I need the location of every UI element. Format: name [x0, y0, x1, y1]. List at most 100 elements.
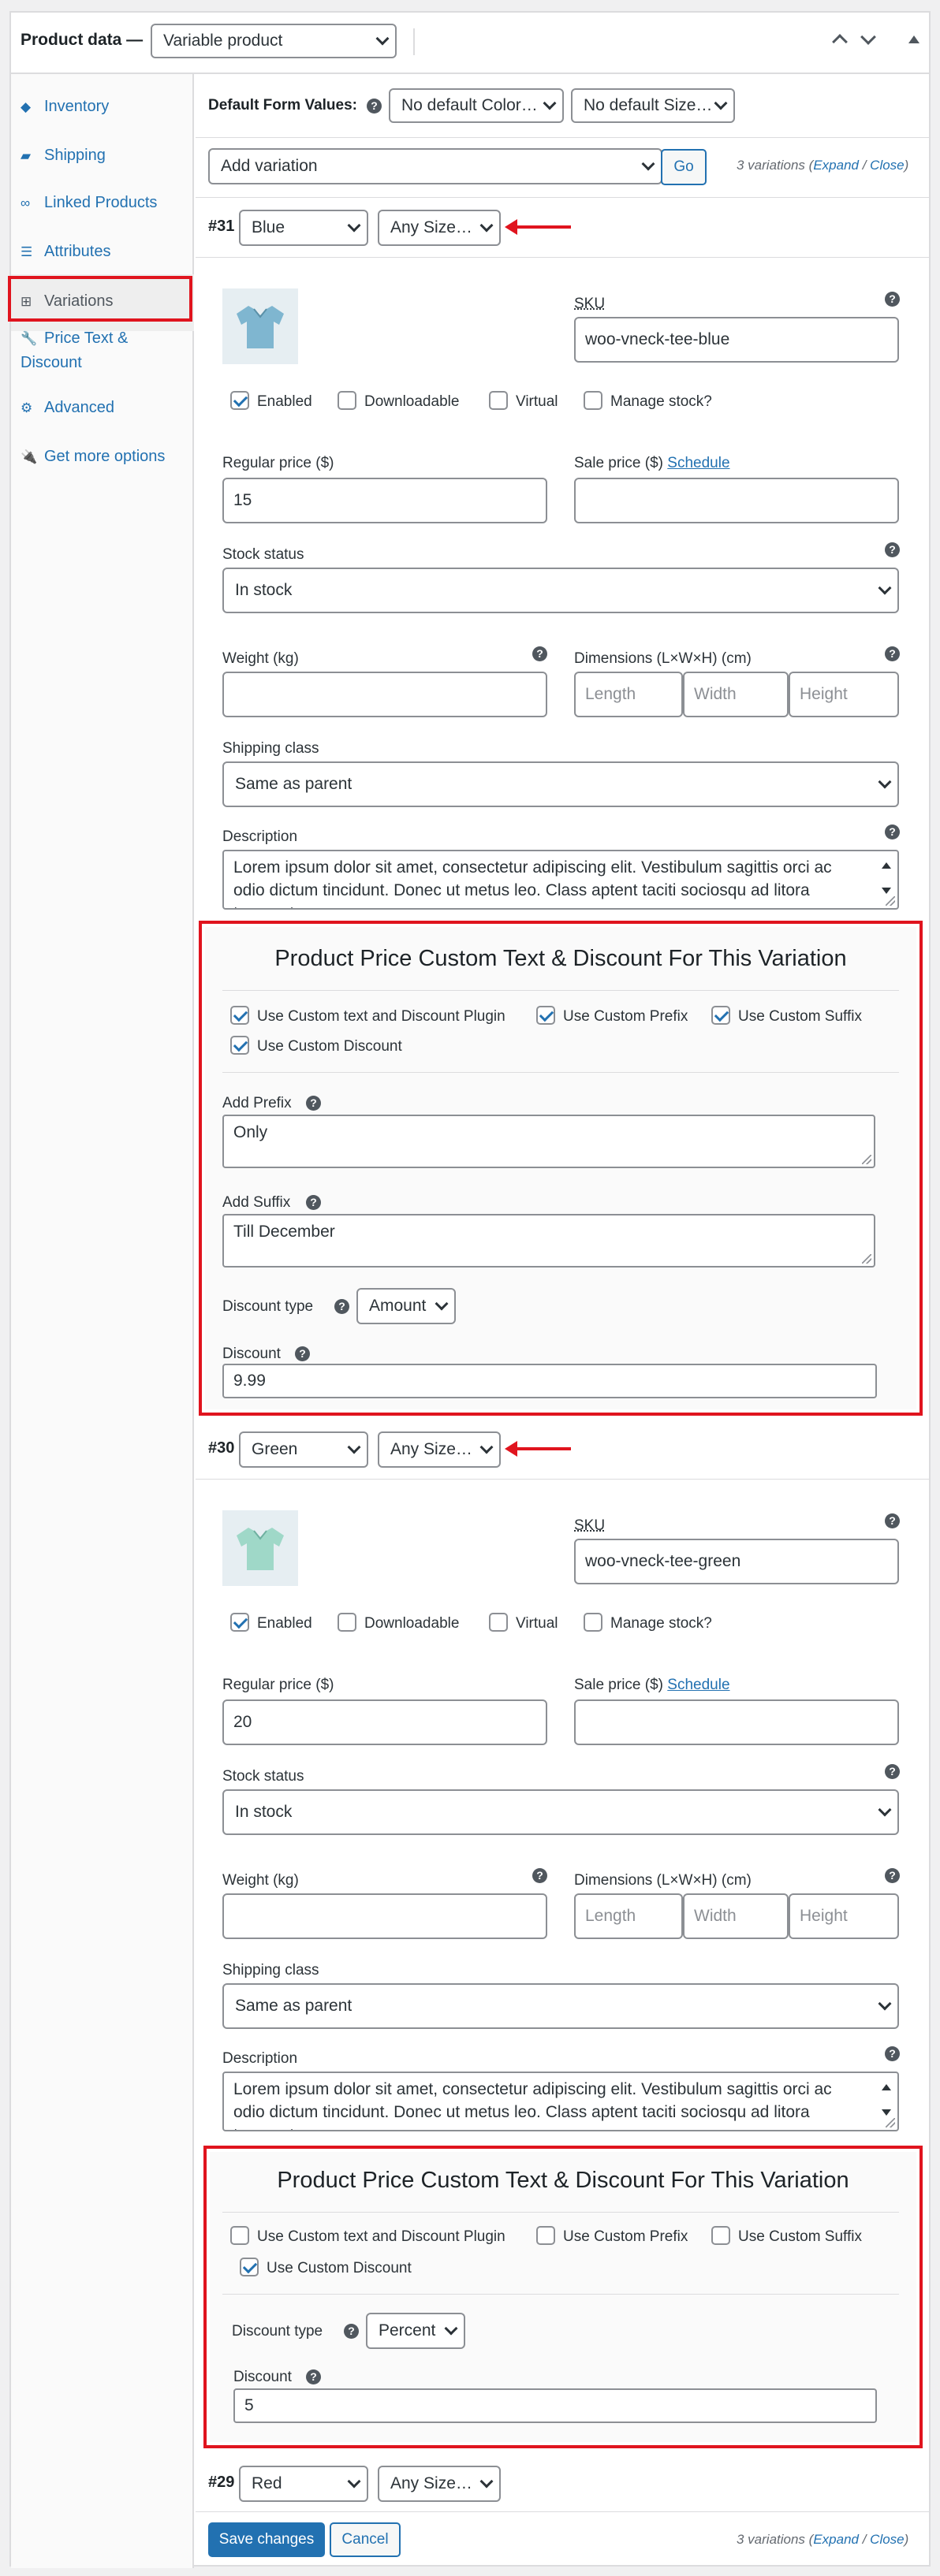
shipping-class-select[interactable]: Same as parent	[222, 761, 899, 807]
resize-handle-icon[interactable]	[862, 1254, 871, 1264]
close-link[interactable]: Close	[870, 158, 904, 173]
resize-handle-icon[interactable]	[886, 2118, 895, 2127]
stock-status-select[interactable]: In stock	[222, 568, 899, 613]
add-variation-select[interactable]: Add variation	[208, 148, 662, 184]
width-field[interactable]: Width	[683, 1893, 789, 1939]
weight-field[interactable]	[222, 672, 547, 717]
chevron-down-icon	[714, 96, 728, 110]
length-field[interactable]: Length	[574, 1893, 683, 1939]
regular-price-field[interactable]: 20	[222, 1699, 547, 1745]
help-icon: ?	[334, 1299, 349, 1314]
sidebar-item-inventory[interactable]: ◆ Inventory	[11, 95, 194, 119]
variation-size-select[interactable]: Any Size…	[378, 210, 501, 246]
enabled-checkbox[interactable]	[230, 391, 249, 410]
use-prefix-checkbox[interactable]	[536, 1006, 555, 1025]
variation-id: #29	[208, 2474, 235, 2491]
description-field[interactable]: Lorem ipsum dolor sit amet, consectetur …	[222, 850, 899, 910]
discount-type-label: Discount type	[232, 2323, 323, 2340]
sidebar-item-label: Inventory	[44, 98, 110, 115]
variation-image[interactable]	[222, 288, 298, 364]
use-prefix-checkbox[interactable]	[536, 2226, 555, 2245]
sale-price-field[interactable]	[574, 1699, 899, 1745]
length-field[interactable]: Length	[574, 672, 683, 717]
sale-price-label: Sale price ($) Schedule	[574, 1676, 730, 1695]
manage-stock-checkbox[interactable]	[584, 391, 602, 410]
sidebar-item-get-more-options[interactable]: 🔌 Get more options	[11, 445, 194, 469]
sidebar-item-shipping[interactable]: ▰ Shipping	[11, 143, 194, 168]
add-suffix-field[interactable]: Till December	[222, 1214, 875, 1268]
discount-type-select[interactable]: Percent	[366, 2313, 465, 2349]
default-size-select[interactable]: No default Size…	[571, 88, 735, 123]
stock-status-select[interactable]: In stock	[222, 1789, 899, 1835]
variation-color-select[interactable]: Blue	[239, 210, 368, 246]
tshirt-icon	[237, 1528, 284, 1570]
enabled-checkbox[interactable]	[230, 1613, 249, 1632]
virtual-checkbox[interactable]	[489, 391, 508, 410]
section-divider	[222, 2294, 899, 2295]
save-changes-button[interactable]: Save changes	[208, 2522, 325, 2557]
discount-type-select[interactable]: Amount	[356, 1288, 456, 1324]
move-up-icon[interactable]	[832, 34, 848, 50]
chevron-down-icon	[878, 1997, 892, 2011]
variation-size-select[interactable]: Any Size…	[378, 1431, 501, 1468]
variation-image[interactable]	[222, 1510, 298, 1586]
go-button[interactable]: Go	[661, 149, 707, 185]
header-divider	[413, 28, 415, 55]
sale-price-field[interactable]	[574, 478, 899, 523]
description-field[interactable]: Lorem ipsum dolor sit amet, consectetur …	[222, 2072, 899, 2131]
width-field[interactable]: Width	[683, 672, 789, 717]
resize-handle-icon[interactable]	[862, 1155, 871, 1164]
add-prefix-field[interactable]: Only	[222, 1115, 875, 1168]
sidebar-item-advanced[interactable]: ⚙ Advanced	[11, 396, 194, 420]
variation-size-select[interactable]: Any Size…	[378, 2466, 501, 2502]
manage-stock-checkbox[interactable]	[584, 1613, 602, 1632]
schedule-link[interactable]: Schedule	[667, 1677, 729, 1693]
sku-field[interactable]: woo-vneck-tee-blue	[574, 317, 899, 363]
discount-field[interactable]: 9.99	[222, 1364, 877, 1398]
regular-price-field[interactable]: 15	[222, 478, 547, 523]
scroll-arrows-icon[interactable]	[880, 2079, 893, 2124]
scroll-arrows-icon[interactable]	[880, 858, 893, 902]
panel-header: Product data — Variable product	[11, 13, 929, 74]
shipping-class-select[interactable]: Same as parent	[222, 1983, 899, 2029]
virtual-checkbox[interactable]	[489, 1613, 508, 1632]
default-color-select[interactable]: No default Color…	[389, 88, 564, 123]
resize-handle-icon[interactable]	[886, 896, 895, 906]
height-field[interactable]: Height	[789, 1893, 899, 1939]
regular-price-label: Regular price ($)	[222, 1677, 334, 1693]
product-data-panel: Product data — Variable product ◆ Invento…	[8, 11, 931, 2568]
add-prefix-label: Add Prefix	[222, 1095, 292, 1111]
close-link[interactable]: Close	[870, 2532, 904, 2547]
weight-field[interactable]	[222, 1893, 547, 1939]
schedule-link[interactable]: Schedule	[667, 455, 729, 471]
expand-link[interactable]: Expand	[813, 158, 859, 173]
use-plugin-checkbox[interactable]	[230, 1006, 249, 1025]
discount-field[interactable]: 5	[233, 2388, 877, 2423]
downloadable-checkbox[interactable]	[338, 1613, 356, 1632]
height-field[interactable]: Height	[789, 672, 899, 717]
move-down-icon[interactable]	[860, 29, 876, 45]
sku-field[interactable]: woo-vneck-tee-green	[574, 1539, 899, 1584]
sidebar-item-linked-products[interactable]: ∞ Linked Products	[11, 191, 194, 215]
use-discount-checkbox[interactable]	[240, 2258, 259, 2276]
expand-link[interactable]: Expand	[813, 2532, 859, 2547]
sidebar-item-label: Get more options	[44, 448, 166, 465]
help-icon: ?	[885, 1868, 900, 1883]
use-suffix-checkbox[interactable]	[711, 1006, 730, 1025]
collapse-toggle-icon[interactable]	[908, 35, 919, 43]
sidebar-item-attributes[interactable]: ☰ Attributes	[11, 240, 194, 264]
cancel-button[interactable]: Cancel	[330, 2522, 401, 2557]
use-plugin-checkbox[interactable]	[230, 2226, 249, 2245]
use-suffix-checkbox[interactable]	[711, 2226, 730, 2245]
product-type-select[interactable]: Variable product	[151, 24, 397, 58]
variation-color-select[interactable]: Green	[239, 1431, 368, 1468]
discount-type-value: Percent	[379, 2321, 436, 2340]
downloadable-checkbox[interactable]	[338, 391, 356, 410]
default-form-values-label: Default Form Values:	[208, 97, 357, 114]
help-icon: ?	[532, 1868, 547, 1883]
sale-price-label: Sale price ($) Schedule	[574, 454, 730, 473]
variation-color-select[interactable]: Red	[239, 2466, 368, 2502]
sidebar-item-price-text-discount[interactable]: 🔧 Price Text & Discount	[11, 326, 153, 374]
discount-label: Discount	[233, 2369, 292, 2385]
use-discount-checkbox[interactable]	[230, 1036, 249, 1055]
